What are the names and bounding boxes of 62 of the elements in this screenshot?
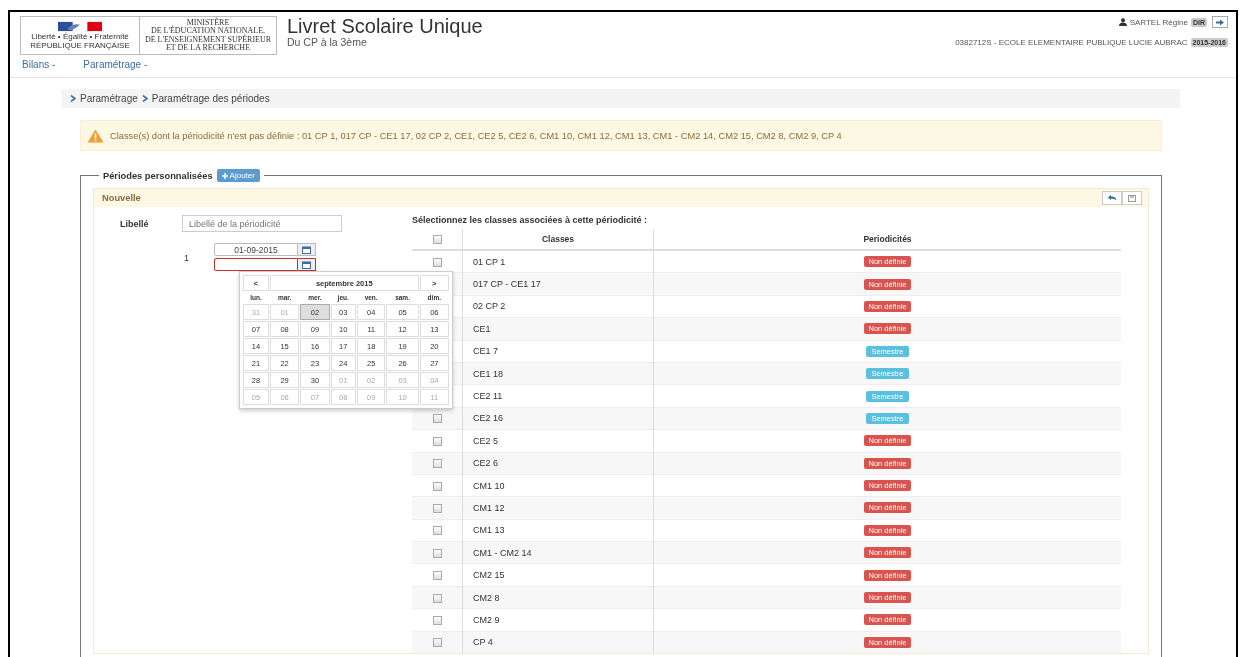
calendar-icon — [302, 245, 311, 254]
label-input[interactable]: Libellé de la périodicité — [182, 215, 342, 232]
calendar-button[interactable] — [298, 258, 316, 271]
row-checkbox[interactable] — [432, 526, 442, 536]
undo-icon — [1107, 195, 1117, 201]
class-name-cell: CP 4 — [462, 631, 654, 654]
calendar-button[interactable] — [298, 243, 316, 256]
ministry-text: MINISTÈRE — [186, 18, 230, 27]
end-date-field[interactable] — [214, 258, 298, 271]
row-checkbox[interactable] — [432, 459, 442, 469]
row-checkbox[interactable] — [432, 638, 442, 648]
class-name-cell: CE1 — [462, 317, 654, 341]
calendar-icon — [302, 260, 311, 269]
breadcrumb-item: Paramétrage — [80, 93, 138, 104]
logout-button[interactable] — [1212, 16, 1228, 28]
instruction-text: Sélectionnez les classes associées à cette périodicité : — [412, 215, 649, 227]
row-checkbox[interactable] — [432, 436, 442, 446]
class-name-cell: CE2 6 — [462, 452, 654, 475]
class-name-cell: CM1 12 — [462, 496, 654, 520]
column-header: Classes — [462, 229, 654, 250]
user-icon — [1118, 18, 1127, 26]
field-label: Libellé — [119, 218, 150, 229]
row-checkbox[interactable] — [432, 504, 442, 514]
save-icon — [1128, 194, 1136, 202]
row-checkbox[interactable] — [432, 571, 442, 581]
ministry-text: ET DE LA RECHERCHE — [165, 44, 251, 53]
select-all-checkbox[interactable] — [432, 235, 442, 245]
panel-title: Nouvelle — [102, 193, 141, 203]
school-name: 0382712S - ECOLE ELEMENTAIRE PUBLIQUE LUCIE AUBRAC — [955, 38, 1188, 47]
fieldset-legend: Périodes personnalisées — [103, 170, 213, 181]
column-header: Periodicités — [653, 229, 1121, 250]
alert-text: Classe(s) dont la périodicité n'est pas définie : 01 CP 1, 017 CP - CE1 17, 02 CP 2, CE1, CE2 5, CE2 6, CM1 10, CM1 12, CM1 13, CM1 - CM2 14, CM2 15, CM2 8, CM2 9, CP 4 — [110, 130, 842, 141]
row-checkbox[interactable] — [432, 593, 442, 603]
start-date-field[interactable]: 01-09-2015 — [214, 243, 298, 256]
class-name-cell: 017 CP - CE1 17 — [462, 272, 654, 296]
class-name-cell: CE2 16 — [462, 407, 654, 430]
undo-button[interactable] — [1102, 191, 1122, 205]
ministry-text: DE L'ÉDUCATION NATIONALE, — [150, 27, 266, 35]
ministry-text: DE L'ENSEIGNEMENT SUPÉRIEUR — [144, 35, 272, 44]
chevron-icon — [141, 95, 148, 102]
save-button[interactable] — [1122, 191, 1142, 205]
row-checkbox[interactable] — [432, 548, 442, 558]
republic-text: RÉPUBLIQUE FRANÇAISE — [30, 41, 130, 50]
app-subtitle: Du CP à la 3ème — [287, 37, 368, 48]
row-checkbox[interactable] — [432, 481, 442, 491]
row-checkbox[interactable] — [432, 616, 442, 625]
class-name-cell: CM2 8 — [462, 586, 654, 609]
menu-link[interactable]: Paramétrage - — [83, 59, 148, 77]
chevron-icon — [70, 95, 76, 102]
menu-link[interactable]: Bilans - — [22, 59, 56, 77]
user-name: SARTEL Régine — [1129, 17, 1188, 27]
class-name-cell: CM1 - CM2 14 — [462, 541, 654, 564]
republic-text: Liberté • Égalité • Fraternité — [31, 32, 129, 41]
row-checkbox[interactable] — [432, 414, 442, 424]
app-title: Livret Scolaire Unique — [287, 15, 483, 37]
plus-icon — [221, 172, 228, 179]
row-checkbox[interactable] — [432, 257, 442, 267]
class-name-cell: CE1 18 — [462, 362, 654, 385]
period-number: 1 — [183, 252, 190, 263]
breadcrumb-item: Paramétrage des périodes — [151, 93, 270, 104]
warning-icon — [87, 128, 104, 143]
logout-icon — [1215, 18, 1225, 26]
